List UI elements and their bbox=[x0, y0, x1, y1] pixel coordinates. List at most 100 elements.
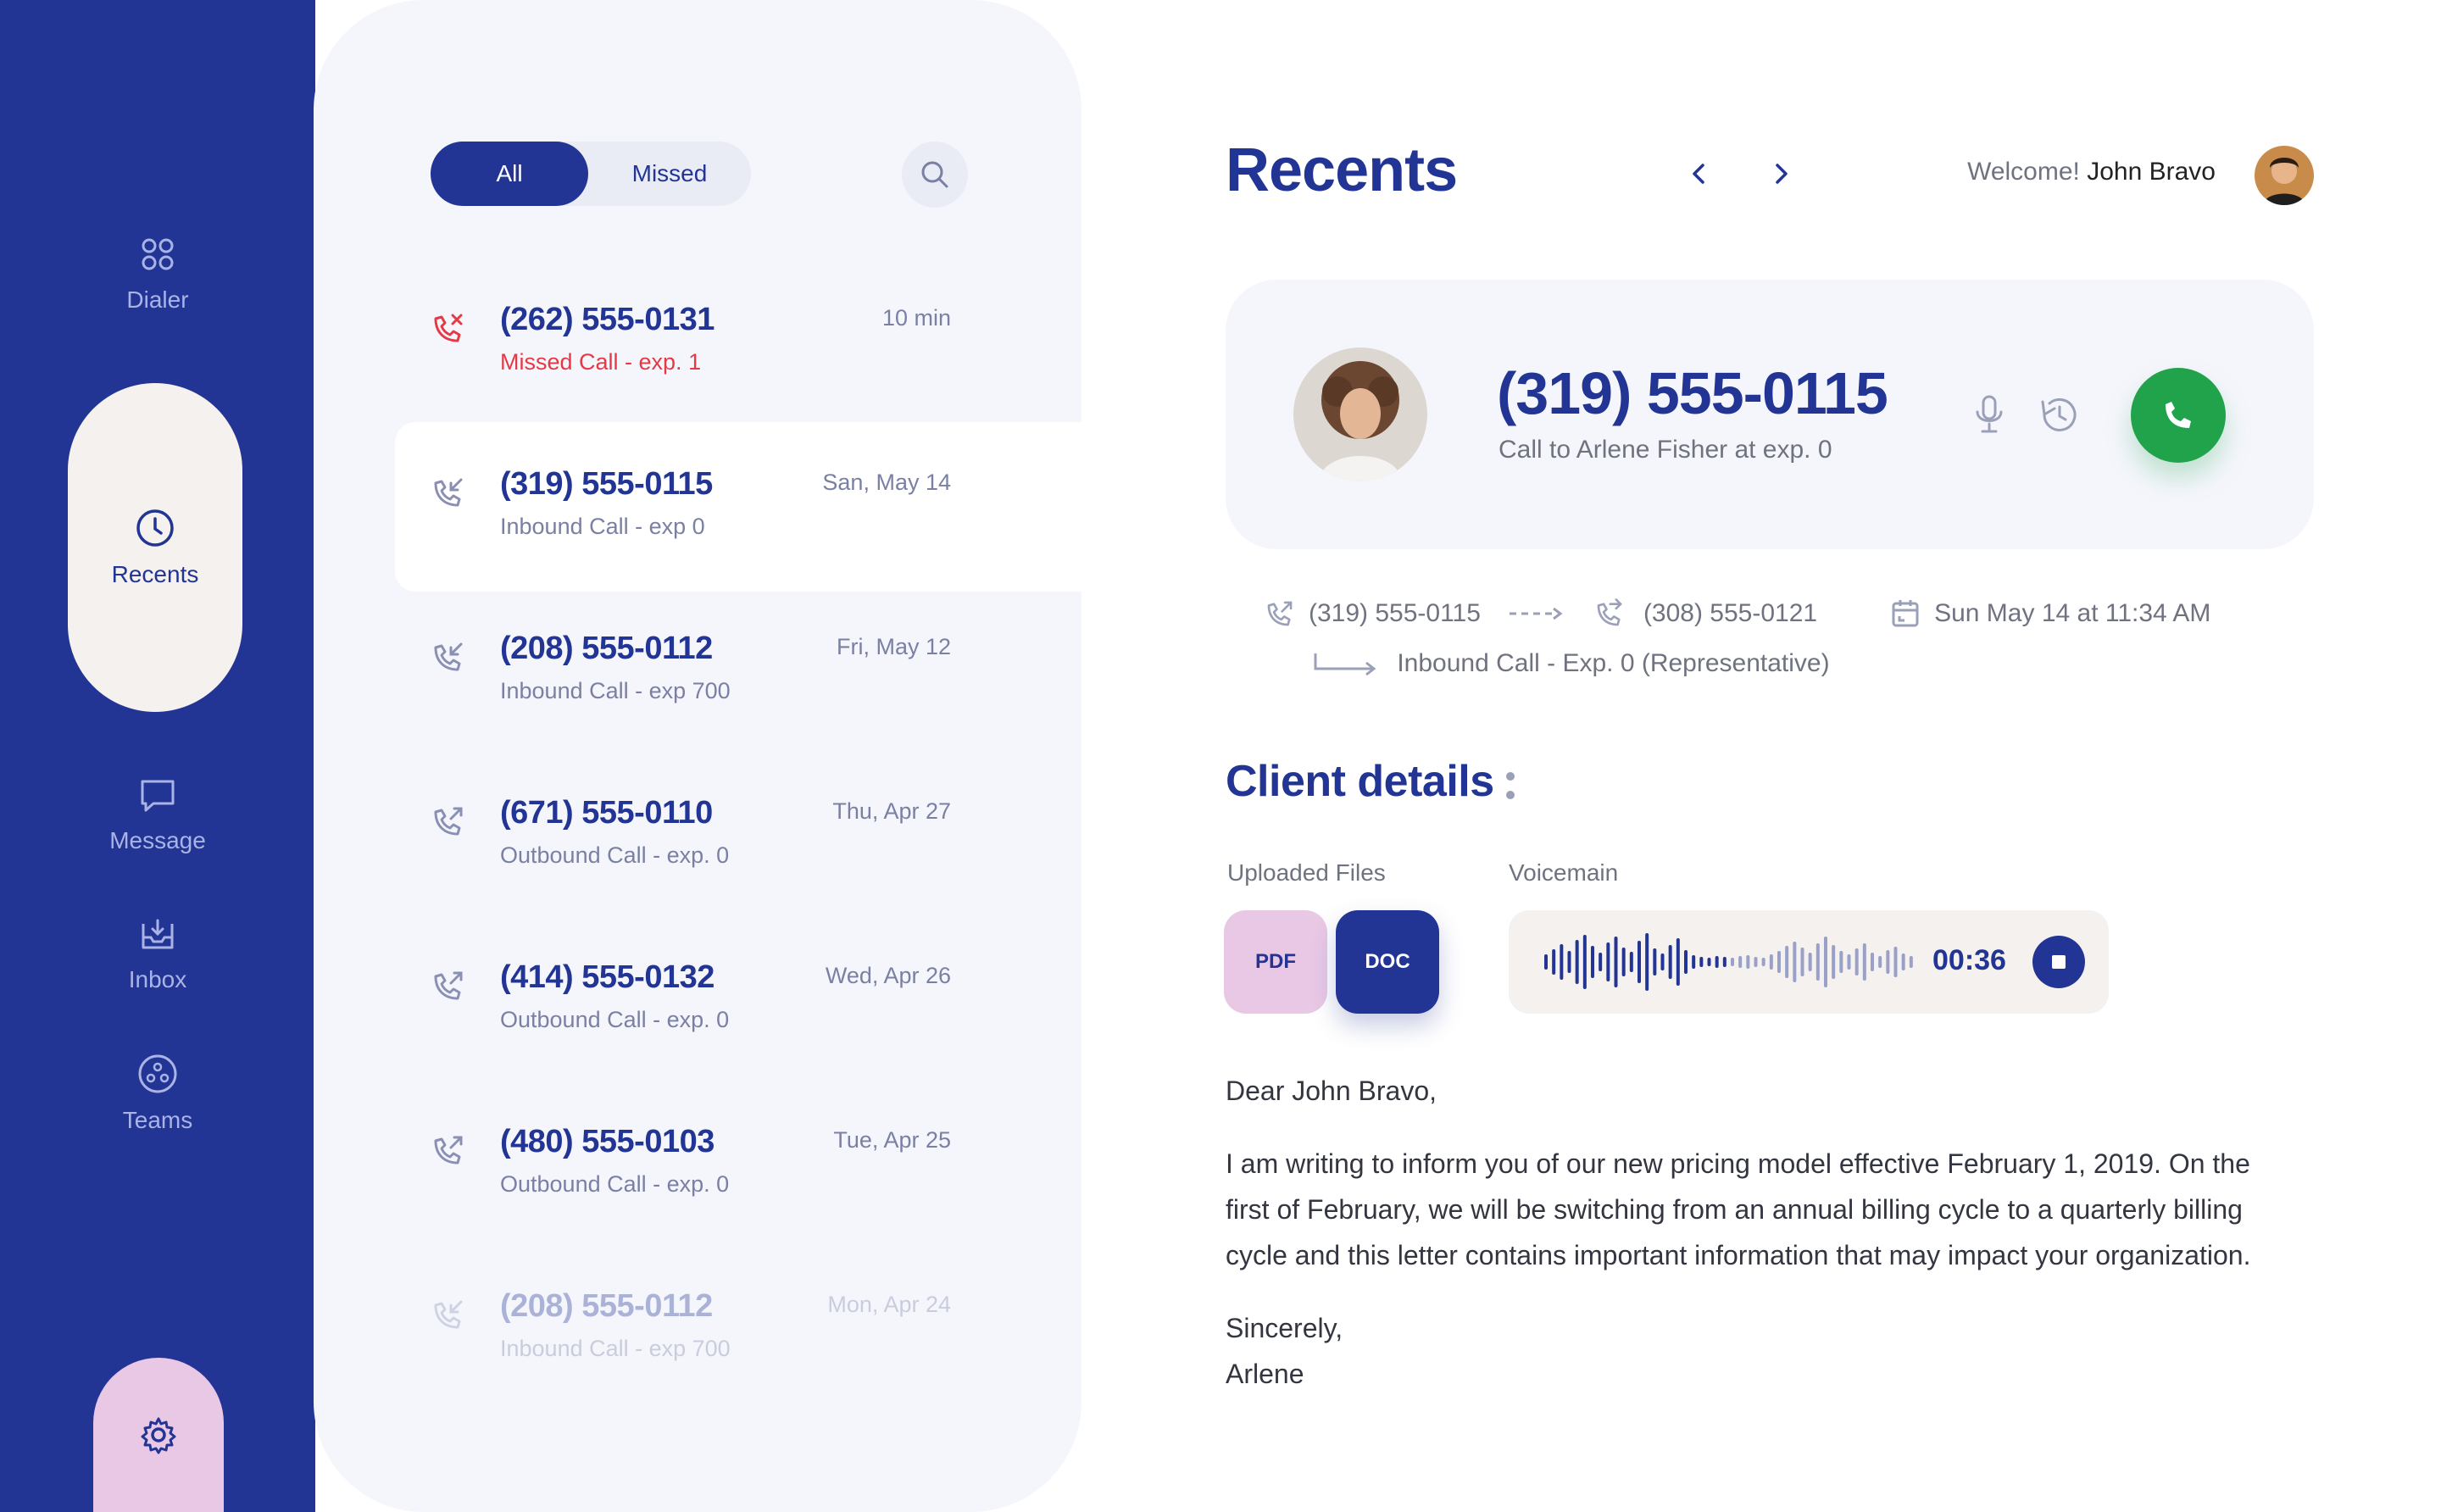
call-list-item[interactable]: (262) 555-0131 Missed Call - exp. 1 10 m… bbox=[395, 258, 1081, 427]
call-history-button[interactable] bbox=[2036, 393, 2082, 440]
caller-number: (319) 555-0115 bbox=[1497, 360, 1888, 426]
gear-icon bbox=[141, 1417, 176, 1454]
more-options-icon[interactable] bbox=[1505, 770, 1515, 803]
inbound-call-icon bbox=[434, 642, 463, 671]
message-icon bbox=[141, 780, 175, 812]
call-number: (319) 555-0115 bbox=[500, 466, 713, 502]
call-detail: Inbound Call - exp 700 bbox=[500, 678, 731, 703]
sidebar-item-recents[interactable]: Recents bbox=[68, 383, 242, 712]
call-number: (208) 555-0112 bbox=[500, 631, 713, 666]
call-list-item[interactable]: (480) 555-0103 Outbound Call - exp. 0 Tu… bbox=[395, 1080, 1081, 1249]
call-number: (480) 555-0103 bbox=[500, 1124, 715, 1159]
client-details-title: Client details bbox=[1226, 757, 1494, 806]
outbound-call-icon bbox=[434, 1136, 463, 1165]
call-number: (414) 555-0132 bbox=[500, 959, 715, 995]
dialer-icon bbox=[142, 238, 174, 270]
inbound-call-icon bbox=[434, 478, 463, 507]
route-datetime: Sun May 14 at 11:34 AM bbox=[1934, 599, 2211, 627]
call-time: Fri, May 12 bbox=[836, 634, 951, 659]
sidebar-item-teams[interactable]: Teams bbox=[0, 1053, 315, 1134]
sidebar-item-label: Inbox bbox=[128, 966, 187, 992]
letter-body-line: first of February, we will be switching … bbox=[1226, 1194, 2243, 1225]
letter-body-line: cycle and this letter contains important… bbox=[1226, 1240, 2251, 1270]
letter-body-line: I am writing to inform you of our new pr… bbox=[1226, 1148, 2250, 1179]
outbound-call-icon bbox=[434, 807, 463, 836]
corner-arrow-icon bbox=[1314, 653, 1376, 676]
clock-icon bbox=[136, 509, 174, 547]
previous-button[interactable] bbox=[1678, 153, 1721, 195]
sidebar-item-label: Message bbox=[109, 827, 206, 853]
sidebar-item-label: Teams bbox=[122, 1107, 193, 1133]
call-time: Mon, Apr 24 bbox=[827, 1292, 951, 1317]
outbound-call-icon bbox=[434, 971, 463, 1000]
page-title: Recents bbox=[1226, 136, 1458, 204]
dashed-arrow-icon bbox=[1509, 607, 1563, 620]
pdf-file[interactable]: PDF bbox=[1224, 910, 1327, 1014]
voicemail-player: 00:36 bbox=[1509, 910, 2109, 1014]
search-button[interactable] bbox=[902, 142, 968, 208]
call-detail: Inbound Call - exp 0 bbox=[500, 514, 705, 539]
user-avatar[interactable] bbox=[2255, 146, 2314, 205]
call-route: (319) 555-0115 (308) 555-0121 Sun May 14… bbox=[1263, 597, 2210, 631]
uploaded-files-label: Uploaded Files bbox=[1227, 859, 1386, 886]
doc-file[interactable]: DOC bbox=[1336, 910, 1439, 1014]
call-list-item[interactable]: (671) 555-0110 Outbound Call - exp. 0 Th… bbox=[395, 751, 1081, 920]
sidebar-item-label: Recents bbox=[111, 561, 199, 587]
call-number: (262) 555-0131 bbox=[500, 302, 715, 337]
letter-closing: Sincerely, bbox=[1226, 1313, 1343, 1343]
forwarded-call-icon bbox=[1597, 598, 1622, 626]
waveform[interactable] bbox=[1543, 928, 1916, 996]
microphone-icon bbox=[1976, 395, 2003, 433]
stop-icon bbox=[2052, 955, 2066, 969]
filter-all-tab[interactable]: All bbox=[431, 142, 588, 206]
route-to: (308) 555-0121 bbox=[1643, 599, 1818, 627]
calendar-icon bbox=[1892, 600, 1919, 627]
call-list-item[interactable]: (208) 555-0112 Inbound Call - exp 700 Fr… bbox=[395, 586, 1081, 756]
phone-icon bbox=[2166, 402, 2191, 428]
letter-greeting: Dear John Bravo, bbox=[1226, 1076, 1437, 1106]
call-time: 10 min bbox=[881, 305, 951, 331]
sidebar: Dialer Recents Message Inbox Teams bbox=[0, 0, 315, 1512]
caller-subtitle: Call to Arlene Fisher at exp. 0 bbox=[1499, 436, 1832, 464]
chevron-left-icon bbox=[1693, 164, 1704, 184]
teams-icon bbox=[138, 1054, 177, 1093]
call-detail: Inbound Call - exp 700 bbox=[500, 1336, 731, 1361]
call-time: San, May 14 bbox=[822, 470, 951, 495]
caller-card: (319) 555-0115 Call to Arlene Fisher at … bbox=[1226, 280, 2314, 549]
search-icon bbox=[921, 161, 948, 188]
welcome-text: Welcome! bbox=[1967, 158, 2080, 186]
call-number: (671) 555-0110 bbox=[500, 795, 713, 831]
route-from: (319) 555-0115 bbox=[1309, 599, 1481, 627]
call-detail: Outbound Call - exp. 0 bbox=[500, 1171, 730, 1197]
inbound-call-icon bbox=[434, 1300, 463, 1329]
user-name: John Bravo bbox=[2087, 158, 2216, 186]
call-button[interactable] bbox=[2131, 368, 2226, 463]
call-detail: Outbound Call - exp. 0 bbox=[500, 842, 730, 868]
call-list-item-selected[interactable]: (319) 555-0115 Inbound Call - exp 0 San,… bbox=[395, 422, 1081, 592]
call-number: (208) 555-0112 bbox=[500, 1288, 713, 1324]
sidebar-item-inbox[interactable]: Inbox bbox=[0, 915, 315, 993]
call-time: Wed, Apr 26 bbox=[825, 963, 951, 988]
call-list-item[interactable]: (414) 555-0132 Outbound Call - exp. 0 We… bbox=[395, 915, 1081, 1085]
call-list-item[interactable]: (208) 555-0112 Inbound Call - exp 700 Mo… bbox=[395, 1244, 1081, 1414]
history-icon bbox=[2041, 397, 2077, 431]
welcome-message: Welcome! John Bravo bbox=[1967, 158, 2216, 186]
sidebar-item-dialer[interactable]: Dialer bbox=[0, 234, 315, 314]
sidebar-item-message[interactable]: Message bbox=[0, 776, 315, 854]
mute-button[interactable] bbox=[1970, 393, 2009, 440]
route-description-row: Inbound Call - Exp. 0 (Representative) bbox=[1312, 649, 1830, 678]
call-time: Tue, Apr 25 bbox=[833, 1127, 951, 1153]
call-detail: Missed Call - exp. 1 bbox=[500, 349, 702, 375]
letter-signature: Arlene bbox=[1226, 1359, 1304, 1389]
caller-photo-image bbox=[1293, 347, 1427, 481]
voicemail-duration: 00:36 bbox=[1932, 944, 2006, 976]
filter-missed-tab[interactable]: Missed bbox=[588, 142, 751, 206]
caller-avatar bbox=[1293, 347, 1427, 481]
settings-button[interactable] bbox=[93, 1358, 224, 1512]
stop-button[interactable] bbox=[2032, 936, 2085, 988]
next-button[interactable] bbox=[1760, 153, 1802, 195]
call-filter-toggle: All Missed bbox=[431, 142, 751, 206]
call-detail: Outbound Call - exp. 0 bbox=[500, 1007, 730, 1032]
user-avatar-image bbox=[2255, 146, 2314, 205]
inbox-icon bbox=[142, 919, 174, 949]
